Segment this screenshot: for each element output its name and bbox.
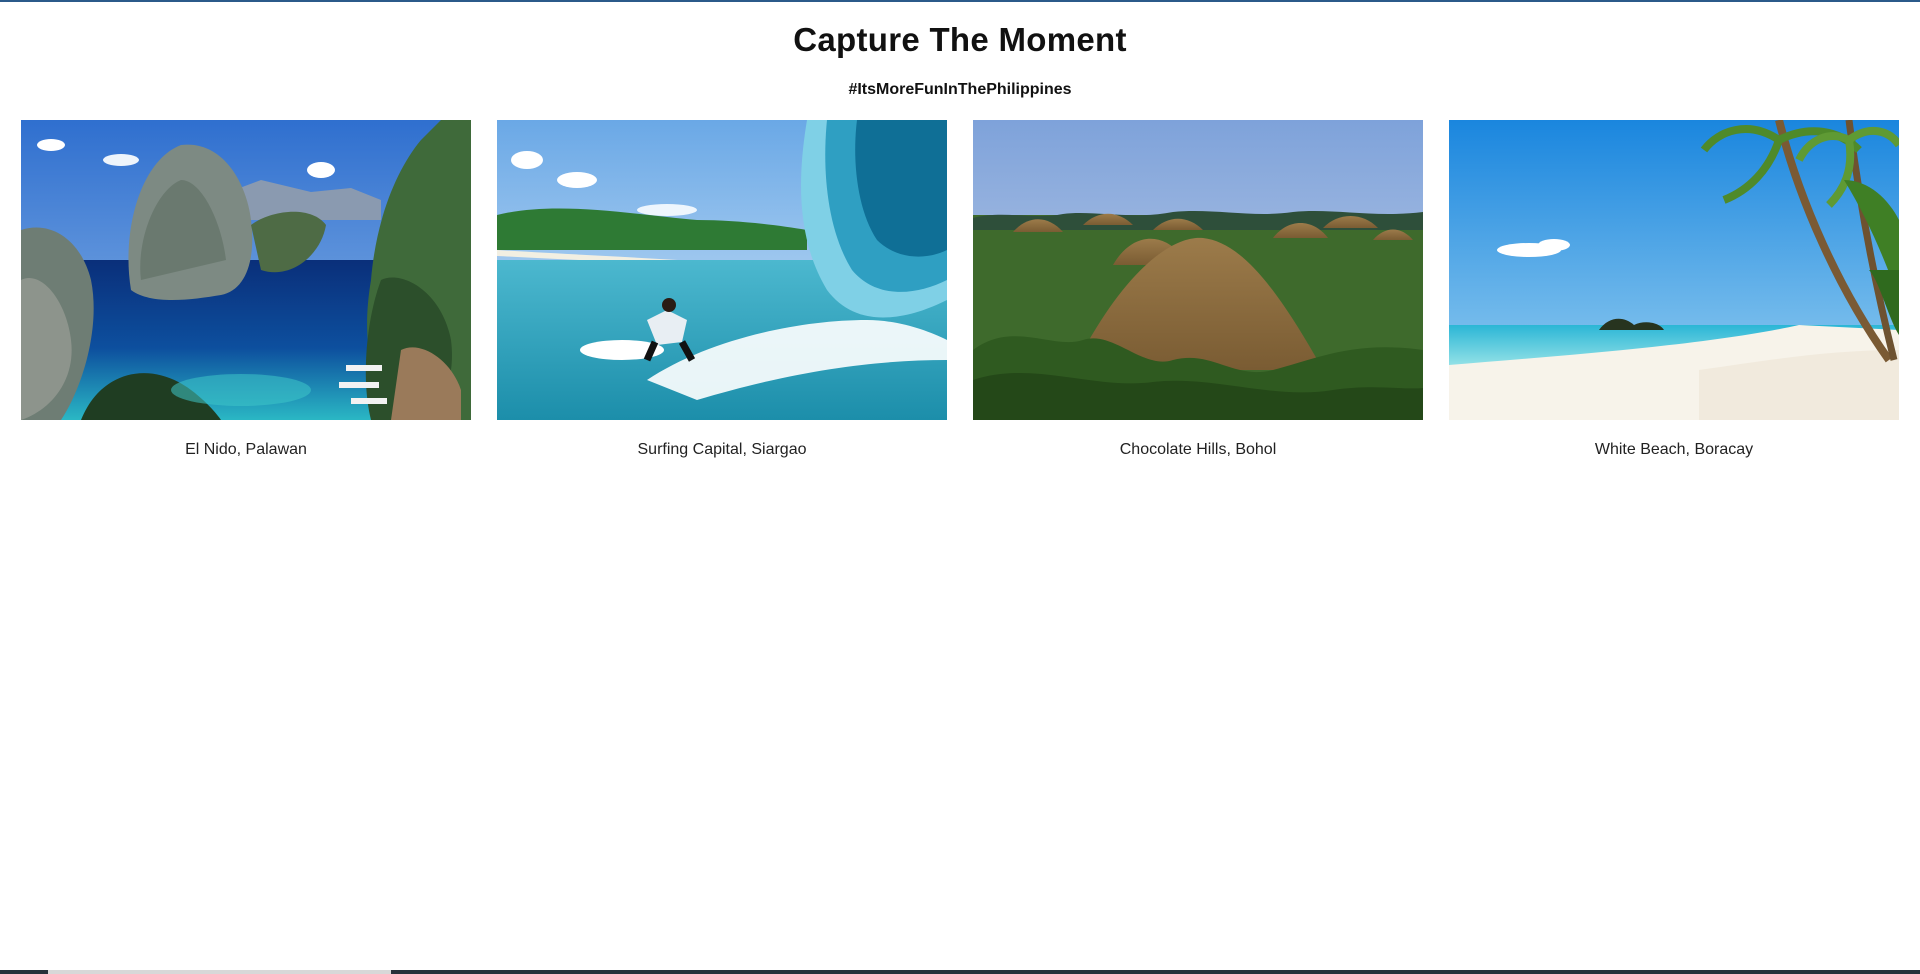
gallery-caption: Surfing Capital, Siargao	[637, 441, 807, 458]
photo-gallery: El Nido, Palawan Surfing Capital, Siarga…	[21, 120, 1899, 460]
top-accent-bar	[0, 0, 1920, 2]
bottom-edge-segment	[48, 970, 391, 974]
gallery-card-bohol[interactable]: Chocolate Hills, Bohol	[973, 120, 1423, 460]
chocolate-hills-photo[interactable]	[973, 120, 1423, 420]
lagoon-cliffs-photo[interactable]	[21, 120, 471, 420]
hashtag-subtitle: #ItsMoreFunInThePhilippines	[848, 81, 1072, 98]
gallery-card-siargao[interactable]: Surfing Capital, Siargao	[497, 120, 947, 460]
gallery-card-boracay[interactable]: White Beach, Boracay	[1449, 120, 1899, 460]
page-title: Capture The Moment	[793, 21, 1127, 58]
surfer-wave-photo[interactable]	[497, 120, 947, 420]
gallery-caption: Chocolate Hills, Bohol	[1119, 441, 1277, 458]
gallery-caption: El Nido, Palawan	[185, 441, 307, 458]
gallery-card-el-nido[interactable]: El Nido, Palawan	[21, 120, 471, 460]
gallery-caption: White Beach, Boracay	[1594, 441, 1754, 458]
palm-beach-photo[interactable]	[1449, 120, 1899, 420]
